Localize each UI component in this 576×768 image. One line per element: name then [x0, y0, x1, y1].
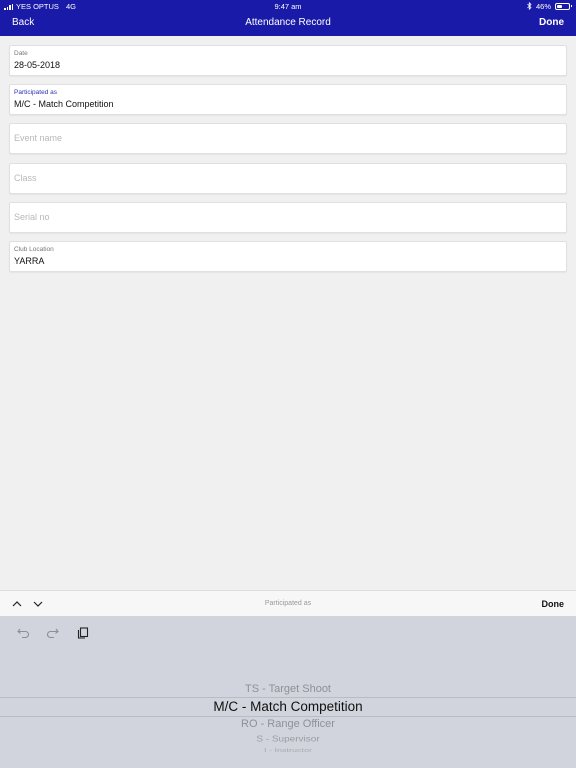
picker-option[interactable]: I - Instructor [0, 747, 576, 753]
date-value: 28-05-2018 [14, 60, 61, 70]
done-button[interactable]: Done [539, 17, 564, 28]
class-placeholder: Class [14, 173, 37, 183]
club-location-label: Club Location [14, 246, 54, 253]
redo-icon[interactable] [46, 625, 60, 639]
accessory-done-button[interactable]: Done [542, 599, 565, 609]
accessory-title: Participated as [264, 600, 312, 607]
navigation-bar: Back Attendance Record Done [0, 12, 576, 36]
input-accessory-bar: Participated as Done [0, 590, 576, 616]
picker-option[interactable]: S - Supervisor [0, 735, 576, 744]
paste-icon[interactable] [76, 625, 90, 639]
picker-selection-top-line [0, 697, 576, 698]
participation-picker[interactable]: TS - Target Shoot M/C - Match Competitio… [0, 677, 576, 768]
bluetooth-icon [527, 2, 532, 10]
status-right: 46% [527, 1, 572, 11]
battery-percent: 46% [535, 1, 551, 11]
picker-option[interactable]: RO - Range Officer [0, 718, 576, 730]
attendance-form: Date 28-05-2018 Participated as M/C - Ma… [0, 36, 576, 590]
status-time: 9:47 am [274, 2, 302, 11]
participated-as-value: M/C - Match Competition [14, 99, 114, 109]
picker-option[interactable]: TS - Target Shoot [0, 683, 576, 695]
picker-option-selected[interactable]: M/C - Match Competition [0, 699, 576, 714]
club-location-field[interactable]: Club Location YARRA [9, 241, 567, 272]
date-field[interactable]: Date 28-05-2018 [9, 45, 567, 76]
event-name-field[interactable]: Event name [9, 123, 567, 154]
page-title: Attendance Record [245, 17, 331, 28]
class-field[interactable]: Class [9, 163, 567, 194]
serial-no-placeholder: Serial no [14, 212, 50, 222]
club-location-value: YARRA [14, 256, 45, 266]
status-bar: YES OPTUS 4G 9:47 am 46% [0, 0, 576, 12]
undo-icon[interactable] [16, 625, 30, 639]
date-label: Date [14, 50, 28, 57]
participated-as-field[interactable]: Participated as M/C - Match Competition [9, 84, 567, 115]
participated-as-label: Participated as [14, 89, 57, 96]
picker-selection-bottom-line [0, 716, 576, 717]
event-name-placeholder: Event name [14, 133, 63, 143]
serial-no-field[interactable]: Serial no [9, 202, 567, 233]
battery-icon [555, 2, 572, 10]
